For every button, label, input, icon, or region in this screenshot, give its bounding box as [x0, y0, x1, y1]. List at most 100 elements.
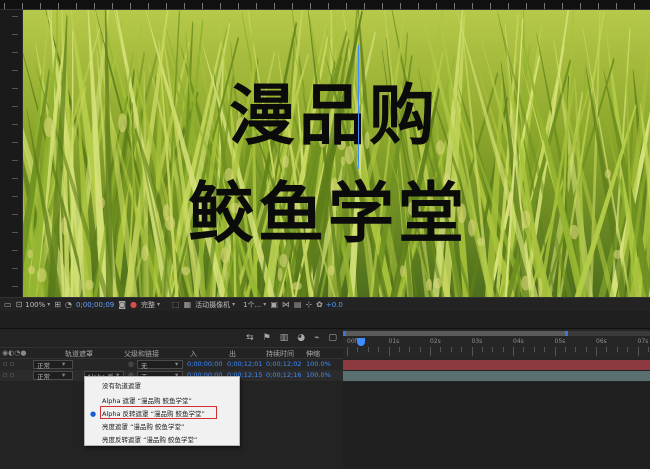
layer-stretch[interactable]: 100.0% [306, 360, 331, 368]
draft-3d-icon[interactable]: ⇆ [246, 333, 254, 343]
layer-duration-bar[interactable] [343, 360, 650, 370]
playhead-handle[interactable] [357, 338, 365, 346]
views-dropdown[interactable]: 1个... ▾ [243, 299, 266, 311]
time-ruler[interactable]: 00f 01s 02s 03s 04s 05s 06s 07s [343, 329, 650, 359]
rice-grain [477, 237, 485, 247]
grid-icon: ⊞ [54, 299, 61, 309]
time-ruler-tick [367, 347, 369, 352]
ruler-tick [472, 3, 473, 9]
ruler-tick [166, 3, 167, 9]
comp-flowchart-icon[interactable]: ▢ [328, 333, 337, 343]
layer-row[interactable]: ▫ ▫ 正常 ▾ ◎ 无 ▾ 0;00;00;00 0;00;12;01 0;0… [0, 359, 343, 370]
camera-dropdown[interactable]: 活动摄像机 ▾ [195, 299, 235, 311]
rice-grain [162, 203, 170, 222]
selection-highlight-box [100, 406, 217, 419]
ruler-tick [562, 3, 563, 9]
trackmatte-menu: 没有轨道遮罩 Alpha 遮罩 “漫品购 鲛鱼学堂” ● Alpha 反转遮罩 … [84, 376, 240, 446]
exposure-control[interactable]: ✿ +0.0 [316, 299, 343, 311]
time-ruler-label: 06s [596, 338, 607, 345]
pixel-aspect-button[interactable]: ▣ [270, 299, 278, 311]
flowchart-button[interactable]: ⊹ [305, 299, 312, 311]
ruler-tick [616, 3, 617, 9]
time-ruler-tick [637, 347, 639, 356]
channel-button[interactable]: ● [130, 299, 137, 311]
composition-canvas[interactable]: 漫品购 鲛鱼学堂 [23, 10, 650, 297]
ruler-tick [436, 3, 437, 9]
transparency-grid-button[interactable]: ▦ [184, 299, 192, 311]
time-ruler-label: 00f [347, 338, 357, 345]
ruler-tick [148, 3, 149, 9]
time-ruler-tick [481, 347, 483, 352]
fast-preview-button[interactable]: ⋈ [282, 299, 290, 311]
ruler-tick [12, 196, 18, 197]
col-in: 入 [190, 350, 197, 358]
ruler-tick [12, 70, 18, 71]
mask-visibility-button[interactable]: ◔ [65, 299, 72, 311]
grid-button[interactable]: ⊞ [54, 299, 61, 311]
layer-duration[interactable]: 0;00;12;16 [266, 371, 302, 379]
ruler-tick [580, 3, 581, 9]
time-ruler-tick [440, 347, 442, 352]
time-ruler-tick [575, 347, 577, 352]
layer-in[interactable]: 0;00;00;00 [187, 360, 223, 368]
time-ruler-tick [492, 347, 494, 352]
col-trackmatte: 轨道遮罩 [65, 350, 93, 358]
ruler-tick [274, 3, 275, 9]
resolution-value: 完整 [141, 300, 155, 309]
ruler-tick [418, 3, 419, 9]
shy-layers-icon[interactable]: ⚑ [263, 333, 271, 343]
always-preview-button[interactable]: ▭ [4, 299, 12, 311]
ruler-tick [598, 3, 599, 9]
snapshot-button[interactable]: ◙ [118, 299, 126, 311]
timeline-column-headers: ◉◐◔● 轨道遮罩 父级和链接 入 出 持续时间 伸缩 [0, 347, 343, 359]
layer-duration[interactable]: 0;00;12;02 [266, 360, 302, 368]
time-ruler-tick [430, 347, 431, 356]
menu-item-luma-inverted-matte[interactable]: 亮度反转遮罩 “漫品购 鲛鱼学堂” [85, 434, 241, 446]
ruler-tick [40, 3, 41, 9]
menu-item-no-matte[interactable]: 没有轨道遮罩 [85, 380, 241, 392]
graph-editor-icon[interactable]: ⌁ [314, 333, 319, 343]
region-of-interest-button[interactable]: ⬚ [172, 299, 180, 311]
rice-grain [570, 224, 579, 240]
timeline-button[interactable]: ▤ [294, 299, 302, 311]
time-ruler-tick [398, 347, 400, 352]
ruler-tick [220, 3, 221, 9]
aspect-icon: ▣ [270, 299, 278, 309]
motion-blur-icon[interactable]: ◕ [297, 333, 305, 343]
rice-grain [327, 265, 335, 276]
resolution-dropdown[interactable]: 完整 ▾ [141, 299, 160, 311]
time-ruler-tick [627, 347, 629, 352]
time-ruler-tick [357, 347, 359, 352]
layer-stretch[interactable]: 100.0% [306, 371, 331, 379]
mask-icon: ◔ [65, 299, 72, 309]
layer-switches[interactable]: ▫ ▫ [3, 360, 14, 368]
chevron-down-icon: ▾ [47, 301, 51, 308]
rice-grain [604, 169, 612, 179]
time-ruler-tick [502, 347, 504, 352]
chevron-down-icon: ▾ [175, 360, 179, 368]
fast-preview-icon: ⋈ [281, 299, 290, 309]
rice-grain [507, 204, 512, 217]
layer-out[interactable]: 0;00;12;01 [227, 360, 263, 368]
horizontal-ruler [0, 0, 650, 10]
layer-switches[interactable]: ▫ ▫ [3, 371, 14, 379]
menu-item-luma-matte[interactable]: 亮度遮罩 “漫品购 鲛鱼学堂” [85, 421, 241, 433]
time-ruler-tick [585, 347, 587, 352]
layer-duration-bar[interactable] [343, 371, 650, 381]
rice-grain [97, 196, 105, 209]
zoom-dropdown[interactable]: ⊡ 100% ▾ [16, 299, 51, 311]
rice-grain [141, 245, 149, 261]
current-time[interactable]: 0;00;00;09 [76, 299, 114, 311]
playhead-line[interactable] [358, 45, 359, 169]
magnify-icon: ⊡ [15, 299, 23, 309]
ruler-tick [544, 3, 545, 9]
ruler-tick [12, 268, 18, 269]
time-ruler-tick [378, 347, 380, 352]
frame-blending-icon[interactable]: ▥ [280, 333, 289, 343]
pickwhip-icon[interactable]: ◎ [128, 360, 134, 368]
title-line-2: 鲛鱼学堂 [188, 175, 468, 252]
work-area-bar[interactable] [343, 331, 650, 336]
ruler-tick [12, 34, 18, 35]
ruler-tick [382, 3, 383, 9]
ruler-tick [76, 3, 77, 9]
